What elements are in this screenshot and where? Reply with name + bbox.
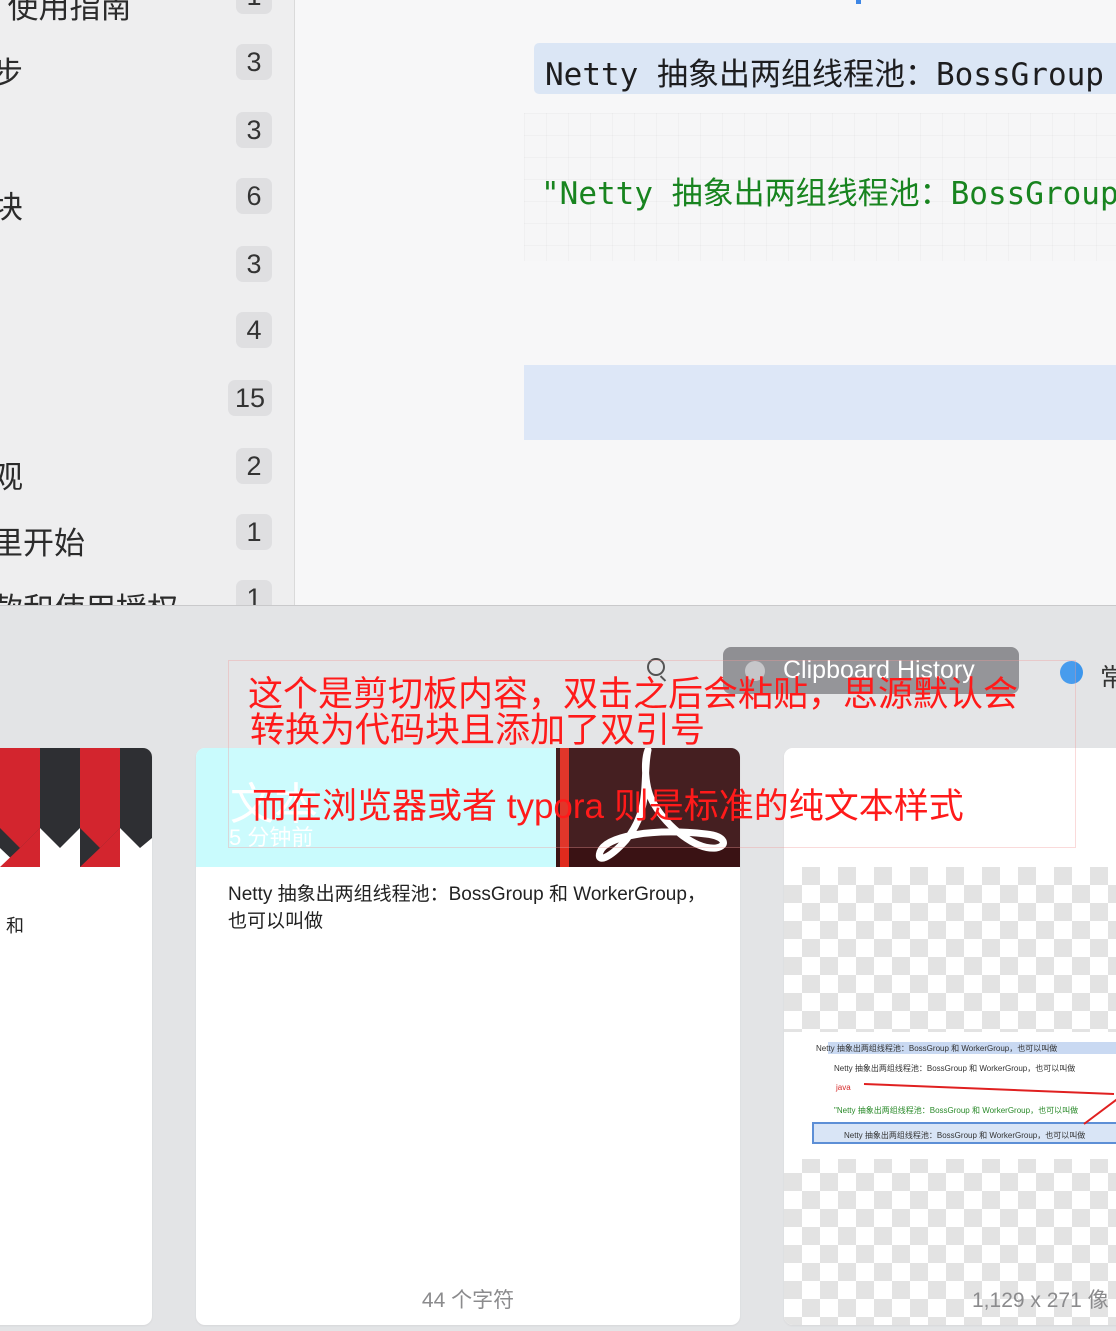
sidebar-item[interactable]: i 使用指南 1 (0, 0, 282, 25)
sidebar-item-count: 3 (236, 44, 272, 80)
sidebar-item-count: 1 (236, 514, 272, 550)
sidebar-item-count: 3 (236, 112, 272, 148)
sidebar-item-label: 观 (0, 452, 23, 497)
sidebar-item-count: 4 (236, 312, 272, 348)
heading-text: Netty 抽象出两组线程池：BossGroup (545, 57, 1104, 93)
annotation-line-1: 这个是剪切板内容，双击之后会粘贴，思源默认会 (248, 675, 1019, 714)
category-label[interactable]: 常 (1100, 658, 1116, 694)
annotation-line-3: 而在浏览器或者 typora 则是标准的纯文本样式 (252, 787, 964, 826)
app-logo-icon (0, 748, 152, 867)
heading-block[interactable]: Netty 抽象出两组线程池：BossGroup (534, 43, 1116, 94)
sidebar-item-count: 1 (236, 0, 272, 14)
sidebar-item[interactable]: 4 (0, 312, 282, 352)
sidebar-item-count: 1 (236, 580, 272, 605)
sidebar-item[interactable]: 15 (0, 380, 282, 420)
sidebar-item[interactable]: 3 (0, 112, 282, 152)
sidebar-item-label: 里开始 (0, 526, 85, 561)
card-header (0, 748, 152, 867)
sidebar-item[interactable]: 观 2 (0, 448, 282, 495)
text-caret (856, 0, 861, 4)
image-thumbnail: Netty 抽象出两组线程池：BossGroup 和 WorkerGroup，也… (784, 1032, 1116, 1159)
sidebar-item[interactable]: 里开始 1 (0, 514, 282, 561)
sidebar-item-label: i 使用指南 (0, 0, 132, 25)
clipboard-card[interactable]: 和 (0, 748, 152, 1325)
sidebar-item-label: 块 (0, 182, 23, 227)
sidebar-item-label: 步 (0, 48, 23, 93)
char-count: 44 个字符 (421, 1289, 515, 1312)
sidebar-item-count: 3 (236, 246, 272, 282)
editor-content[interactable]: Netty 抽象出两组线程池：BossGroup "Netty 抽象出两组线程池… (295, 0, 1116, 605)
sidebar: i 使用指南 1 步 3 3 块 6 3 4 15 观 2 (0, 0, 295, 605)
sidebar-item[interactable]: 3 (0, 246, 282, 286)
sidebar-item-count: 2 (236, 448, 272, 484)
sidebar-item-count: 6 (236, 178, 272, 214)
sidebar-item[interactable]: 款和使用授权 1 (0, 580, 282, 605)
sidebar-item-count: 15 (227, 380, 272, 416)
card-text: Netty 抽象出两组线程池：BossGroup 和 WorkerGroup，也… (228, 884, 706, 932)
sidebar-item[interactable]: 块 6 (0, 178, 282, 225)
annotation-line-2: 转换为代码块且添加了双引号 (250, 711, 706, 750)
image-dimensions: 1,129 x 271 像 (972, 1289, 1109, 1312)
code-block[interactable]: "Netty 抽象出两组线程池：BossGroup (524, 113, 1116, 261)
code-text: "Netty 抽象出两组线程池：BossGroup (541, 176, 1116, 212)
sidebar-item-label: 款和使用授权 (0, 584, 178, 605)
sidebar-item[interactable]: 步 3 (0, 44, 282, 91)
selected-block[interactable] (524, 365, 1116, 440)
card-text: 和 (6, 916, 24, 936)
editor-window: i 使用指南 1 步 3 3 块 6 3 4 15 观 2 (0, 0, 1116, 605)
